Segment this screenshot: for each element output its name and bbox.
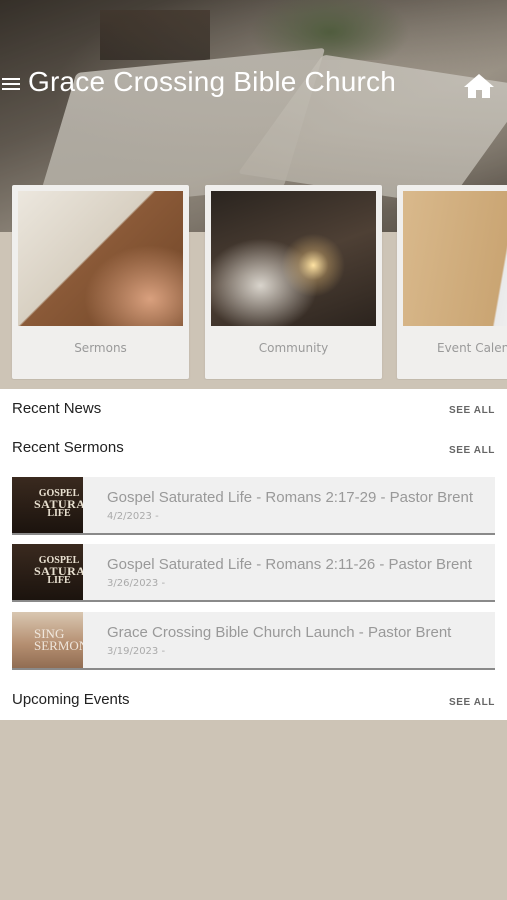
app-title: Grace Crossing Bible Church (28, 66, 396, 97)
content-panel: Recent News SEE ALL Recent Sermons SEE A… (0, 389, 507, 720)
sermon-thumbnail: GOSPEL SATURATED LIFE (12, 477, 83, 533)
upcoming-events-heading: Upcoming Events (12, 691, 130, 708)
community-image (211, 191, 376, 326)
sermon-date: 4/2/2023 - (107, 511, 159, 522)
sermon-list-item[interactable]: SING SERMON Grace Crossing Bible Church … (12, 612, 495, 670)
sermon-date: 3/19/2023 - (107, 646, 166, 657)
sermon-title: Gospel Saturated Life - Romans 2:17-29 -… (107, 489, 474, 506)
sermon-title: Grace Crossing Bible Church Launch - Pas… (107, 624, 452, 641)
recent-news-heading: Recent News (12, 400, 102, 417)
category-label: Community (258, 341, 329, 355)
sermon-title: Gospel Saturated Life - Romans 2:11-26 -… (107, 556, 472, 573)
upcoming-events-see-all-link[interactable]: SEE ALL (449, 697, 495, 708)
sermon-list-item[interactable]: GOSPEL SATURATED LIFE Gospel Saturated L… (12, 544, 495, 602)
sermons-image (18, 191, 183, 326)
recent-sermons-see-all-link[interactable]: SEE ALL (449, 445, 495, 456)
sermon-thumbnail: SING SERMON (12, 612, 83, 668)
category-carousel[interactable]: Sermons Community Event Calendar (0, 185, 507, 380)
category-label: Sermons (74, 341, 127, 355)
event-calendar-image (403, 191, 507, 326)
home-icon[interactable] (462, 72, 496, 100)
recent-sermons-heading: Recent Sermons (12, 439, 124, 456)
category-card-community[interactable]: Community (205, 185, 382, 379)
sermon-date: 3/26/2023 - (107, 578, 166, 589)
sermon-thumbnail: GOSPEL SATURATED LIFE (12, 544, 83, 600)
category-card-sermons[interactable]: Sermons (12, 185, 189, 379)
category-card-event-calendar[interactable]: Event Calendar (397, 185, 507, 379)
sermon-list-item[interactable]: GOSPEL SATURATED LIFE Gospel Saturated L… (12, 477, 495, 535)
hamburger-icon[interactable] (2, 78, 20, 90)
recent-news-see-all-link[interactable]: SEE ALL (449, 405, 495, 416)
category-label: Event Calendar (437, 341, 507, 355)
